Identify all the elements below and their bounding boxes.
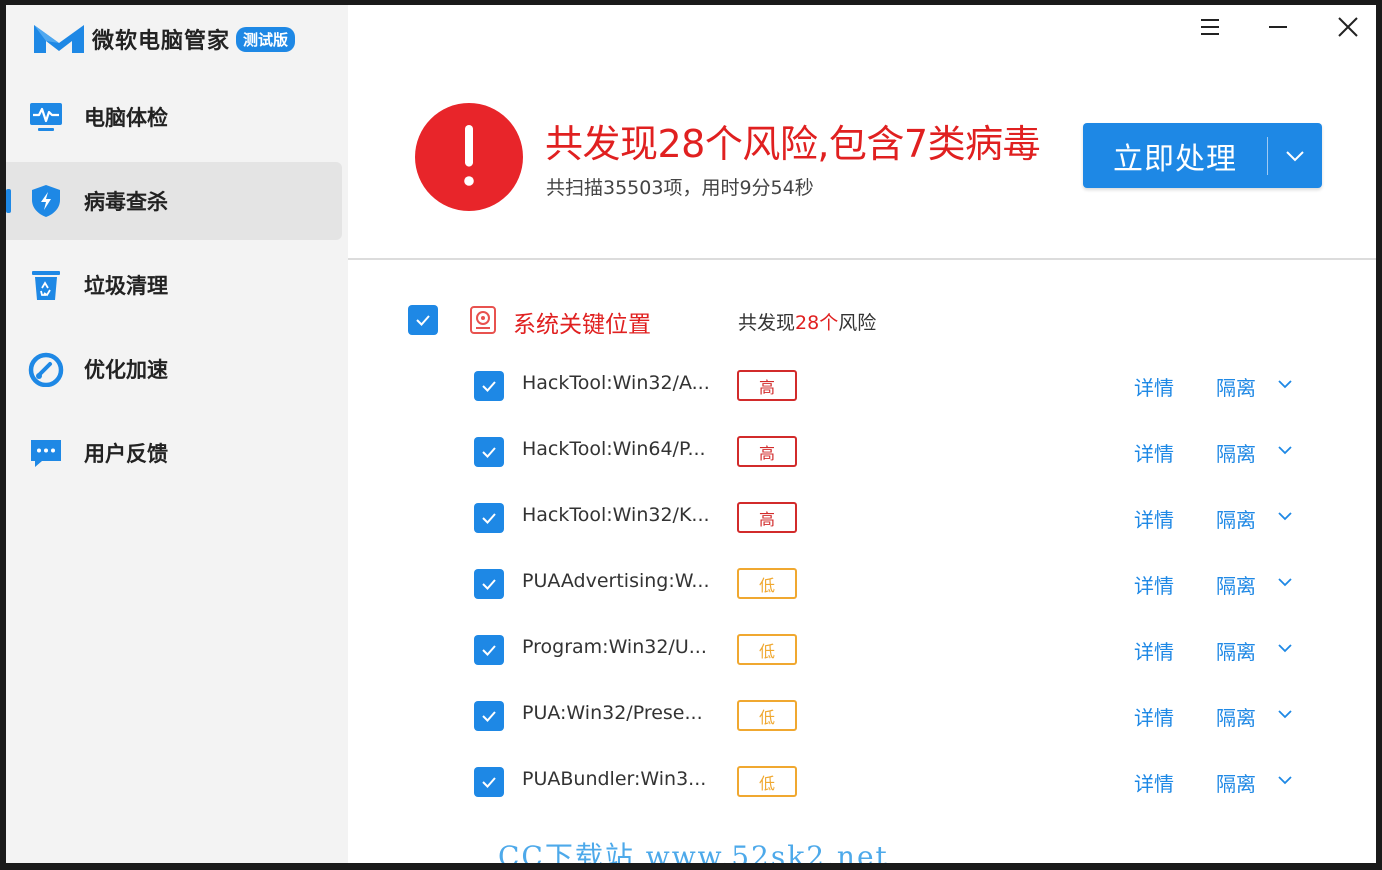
severity-badge: 高 — [737, 370, 797, 401]
chevron-down-icon[interactable] — [1276, 441, 1294, 459]
sidebar-item-virus-scan[interactable]: 病毒查杀 — [6, 162, 342, 240]
group-select-all-checkbox[interactable] — [408, 305, 438, 335]
sidebar-item-junk-cleanup[interactable]: 垃圾清理 — [6, 246, 342, 324]
check-icon — [482, 447, 496, 458]
group-count-number: 28个 — [795, 312, 839, 334]
handle-now-label: 立即处理 — [1113, 141, 1237, 177]
check-icon — [482, 381, 496, 392]
threat-name: HackTool:Win64/P... — [522, 438, 706, 460]
threat-name: PUABundler:Win3... — [522, 768, 707, 790]
quarantine-button[interactable]: 隔离 — [1216, 504, 1256, 533]
app-logo-icon — [34, 25, 84, 53]
threat-name: PUAAdvertising:W... — [522, 570, 710, 592]
severity-badge: 低 — [737, 568, 797, 599]
threat-checkbox[interactable] — [474, 503, 504, 533]
quarantine-button[interactable]: 隔离 — [1216, 702, 1256, 731]
beta-badge: 测试版 — [236, 26, 296, 52]
quarantine-button[interactable]: 隔离 — [1216, 768, 1256, 797]
details-link[interactable]: 详情 — [1134, 702, 1174, 731]
alert-icon — [415, 103, 523, 211]
threat-name: HackTool:Win32/A... — [522, 372, 710, 394]
details-link[interactable]: 详情 — [1134, 570, 1174, 599]
header-divider — [348, 258, 1376, 260]
chevron-down-icon[interactable] — [1276, 507, 1294, 525]
threat-row: HackTool:Win64/P... 高 详情 隔离 — [6, 432, 1376, 472]
system-location-icon — [470, 306, 496, 334]
details-link[interactable]: 详情 — [1134, 504, 1174, 533]
handle-options-dropdown[interactable] — [1268, 150, 1322, 162]
threat-row: PUAAdvertising:W... 低 详情 隔离 — [6, 564, 1376, 604]
check-icon — [482, 513, 496, 524]
threat-row: PUA:Win32/Prese... 低 详情 隔离 — [6, 696, 1376, 736]
details-link[interactable]: 详情 — [1134, 438, 1174, 467]
shield-bolt-icon — [26, 181, 66, 221]
chevron-down-icon[interactable] — [1276, 375, 1294, 393]
app-title: 微软电脑管家 — [92, 29, 231, 54]
check-icon — [482, 579, 496, 590]
check-icon — [482, 777, 496, 788]
quarantine-button[interactable]: 隔离 — [1216, 372, 1256, 401]
threat-row: HackTool:Win32/K... 高 详情 隔离 — [6, 498, 1376, 538]
threat-name: PUA:Win32/Prese... — [522, 702, 703, 724]
app-logo: 微软电脑管家 测试版 — [32, 21, 296, 57]
group-count-prefix: 共发现 — [738, 312, 796, 334]
details-link[interactable]: 详情 — [1134, 636, 1174, 665]
group-title: 系统关键位置 — [513, 312, 651, 338]
details-link[interactable]: 详情 — [1134, 768, 1174, 797]
threat-name: Program:Win32/U... — [522, 636, 707, 658]
severity-badge: 低 — [737, 766, 797, 797]
chevron-down-icon[interactable] — [1276, 705, 1294, 723]
sidebar-item-label: 电脑体检 — [84, 106, 168, 130]
threat-row: HackTool:Win32/A... 高 详情 隔离 — [6, 366, 1376, 406]
handle-now-button[interactable]: 立即处理 — [1083, 123, 1322, 188]
threat-row: Program:Win32/U... 低 详情 隔离 — [6, 630, 1376, 670]
sidebar-item-label: 病毒查杀 — [84, 190, 168, 214]
watermark: CC下载站 www.52sk2.net — [498, 840, 889, 863]
threat-checkbox[interactable] — [474, 635, 504, 665]
close-button[interactable] — [1328, 9, 1368, 45]
severity-badge: 低 — [737, 700, 797, 731]
threat-checkbox[interactable] — [474, 701, 504, 731]
chevron-down-icon[interactable] — [1276, 639, 1294, 657]
chevron-down-icon[interactable] — [1276, 573, 1294, 591]
sidebar-item-label: 垃圾清理 — [84, 274, 168, 298]
app-window: 微软电脑管家 测试版 电脑体检 病毒查杀 垃圾清理 优化加速 用户反馈 共发现2… — [6, 5, 1376, 863]
group-count-suffix: 风险 — [838, 312, 877, 334]
severity-badge: 高 — [737, 502, 797, 533]
minimize-icon — [1269, 26, 1287, 28]
severity-badge: 高 — [737, 436, 797, 467]
threat-checkbox[interactable] — [474, 371, 504, 401]
minimize-button[interactable] — [1258, 9, 1298, 45]
threat-checkbox[interactable] — [474, 569, 504, 599]
quarantine-button[interactable]: 隔离 — [1216, 438, 1256, 467]
menu-button[interactable] — [1190, 9, 1230, 45]
check-icon — [482, 645, 496, 656]
threat-name: HackTool:Win32/K... — [522, 504, 710, 526]
chevron-down-icon[interactable] — [1276, 771, 1294, 789]
check-icon — [416, 315, 430, 326]
chevron-down-icon — [1286, 150, 1304, 161]
details-link[interactable]: 详情 — [1134, 372, 1174, 401]
threat-row: PUABundler:Win3... 低 详情 隔离 — [6, 762, 1376, 802]
group-risk-count: 共发现28个风险 — [738, 308, 876, 335]
threat-checkbox[interactable] — [474, 767, 504, 797]
sidebar-item-pc-checkup[interactable]: 电脑体检 — [6, 78, 342, 156]
quarantine-button[interactable]: 隔离 — [1216, 636, 1256, 665]
close-icon — [1338, 17, 1358, 37]
monitor-pulse-icon — [26, 97, 66, 137]
check-icon — [482, 711, 496, 722]
quarantine-button[interactable]: 隔离 — [1216, 570, 1256, 599]
severity-badge: 低 — [737, 634, 797, 665]
threat-checkbox[interactable] — [474, 437, 504, 467]
scan-result-title: 共发现28个风险,包含7类病毒 — [545, 122, 1041, 166]
menu-icon — [1201, 19, 1219, 35]
recycle-bin-icon — [26, 265, 66, 305]
scan-result-subtitle: 共扫描35503项，用时9分54秒 — [546, 177, 814, 199]
